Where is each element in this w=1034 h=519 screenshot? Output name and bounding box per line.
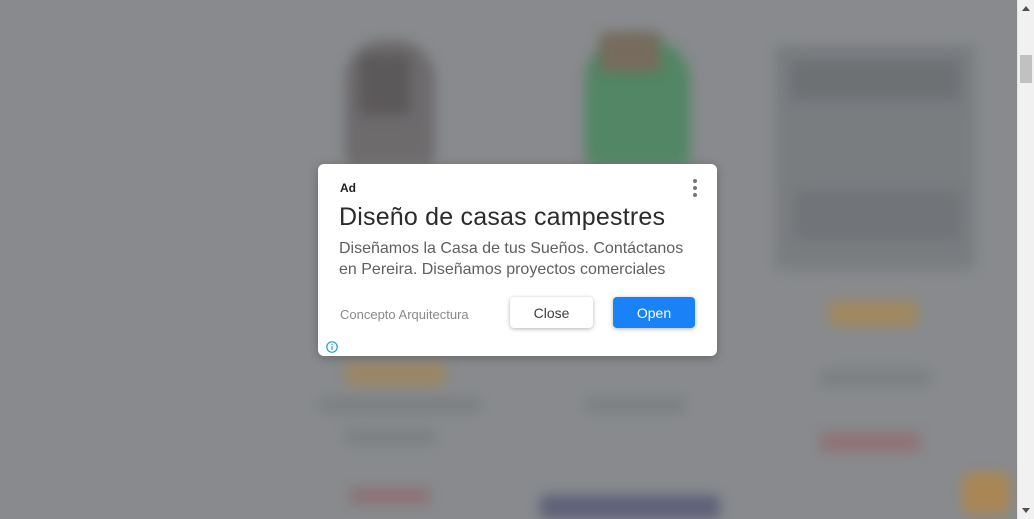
open-button[interactable]: Open <box>613 297 695 328</box>
scroll-down-arrow-icon[interactable] <box>1018 502 1034 519</box>
vertical-scrollbar[interactable] <box>1017 0 1034 519</box>
ad-dialog[interactable]: Ad Diseño de casas campestres Diseñamos … <box>318 164 717 356</box>
close-button[interactable]: Close <box>510 297 593 328</box>
ad-description[interactable]: Diseñamos la Casa de tus Sueños. Contáct… <box>339 238 704 280</box>
scroll-up-arrow-icon[interactable] <box>1018 0 1034 17</box>
more-vert-icon[interactable] <box>690 179 700 197</box>
ad-title[interactable]: Diseño de casas campestres <box>339 203 665 232</box>
ad-advertiser-name[interactable]: Concepto Arquitectura <box>340 307 469 322</box>
info-icon[interactable] <box>326 340 338 353</box>
scroll-thumb[interactable] <box>1020 55 1032 83</box>
ad-badge: Ad <box>340 181 356 195</box>
